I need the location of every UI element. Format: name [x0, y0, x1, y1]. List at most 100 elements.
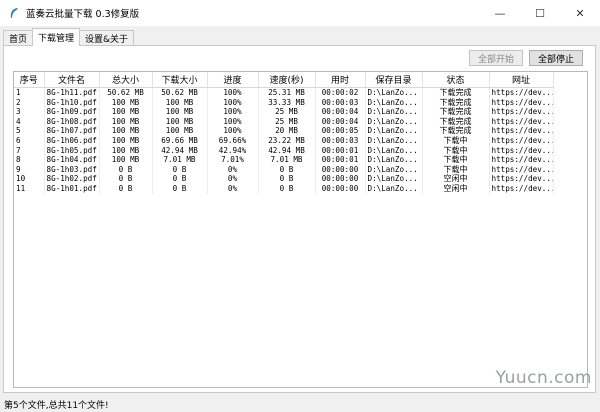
cell-total-size: 0 B [99, 183, 153, 194]
cell-downloaded-size: 0 B [152, 183, 208, 194]
cell-filename: 8G-1h03.pdf [44, 164, 100, 175]
cell-elapsed: 00:00:05 [315, 126, 366, 136]
column-header[interactable]: 保存目录 [365, 72, 423, 88]
download-table: 序号 文件名 总大小 下载大小 进度 速度(秒) 用时 保存目录 状态 网址 1… [14, 72, 554, 194]
table-row[interactable]: 10 8G-1h02.pdf 0 B0 B 0% 0 B 00:00:00 D:\LanZo… [14, 174, 554, 184]
window-controls: — ☐ ✕ [480, 0, 600, 26]
cell-index: 8 [14, 155, 45, 165]
cell-index: 9 [14, 164, 45, 175]
cell-progress: 0% [207, 183, 259, 194]
cell-filename: 8G-1h06.pdf [44, 135, 100, 146]
cell-status: 下载中 [422, 145, 490, 156]
table-row[interactable]: 9 8G-1h03.pdf 0 B0 B 0% 0 B 00:00:00 D:\LanZo.… [14, 164, 554, 175]
cell-filename: 8G-1h10.pdf [44, 97, 100, 108]
cell-filename: 8G-1h11.pdf [44, 87, 100, 98]
start-all-button[interactable]: 全部开始 [469, 50, 523, 66]
cell-index: 7 [14, 145, 45, 156]
cell-url: https://dev... [489, 107, 554, 117]
column-header[interactable]: 速度(秒) [258, 72, 316, 88]
cell-url: https://dev... [489, 164, 554, 175]
cell-save-dir: D:\LanZo... [365, 116, 423, 127]
column-header[interactable]: 网址 [489, 72, 554, 88]
cell-index: 11 [14, 183, 45, 194]
cell-index: 10 [14, 174, 45, 184]
table-row[interactable]: 2 8G-1h10.pdf 100 MB 100 MB 100% 33.33 MB 00:0… [14, 97, 554, 108]
cell-downloaded-size: 42.94 MB [152, 145, 208, 156]
table-row[interactable]: 8 8G-1h04.pdf 100 MB 7.01 MB 7.01% 7.01 MB 00:… [14, 155, 554, 165]
table-row[interactable]: 1 8G-1h11.pdf 50.62 MB 50.62 MB 100% 25.31 MB… [14, 87, 554, 98]
cell-filename: 8G-1h04.pdf [44, 155, 100, 165]
tab-home[interactable]: 首页 [3, 30, 34, 46]
cell-save-dir: D:\LanZo... [365, 87, 423, 98]
download-list[interactable]: 序号 文件名 总大小 下载大小 进度 速度(秒) 用时 保存目录 状态 网址 1… [13, 71, 588, 388]
close-button[interactable]: ✕ [560, 0, 600, 26]
title-bar: 蓝奏云批量下载 0.3修复版 — ☐ ✕ [0, 0, 600, 26]
column-header[interactable]: 下载大小 [152, 72, 208, 88]
cell-save-dir: D:\LanZo... [365, 155, 423, 165]
cell-save-dir: D:\LanZo... [365, 135, 423, 146]
cell-url: https://dev... [489, 155, 554, 165]
status-bar: 第5个文件,总共11个文件! [0, 396, 600, 412]
window-title: 蓝奏云批量下载 0.3修复版 [26, 9, 140, 20]
cell-index: 1 [14, 87, 45, 98]
table-row[interactable]: 3 8G-1h09.pdf 100 MB 100 MB 100% 25 MB 00:00:0… [14, 107, 554, 117]
tab-strip: 首页 下载管理 设置&关于 [3, 28, 135, 46]
cell-total-size: 100 MB [99, 126, 153, 136]
table-row[interactable]: 11 8G-1h01.pdf 0 B0 B 0% 0 B 00:00:00 D:\LanZo… [14, 183, 554, 194]
app-feather-icon [10, 8, 18, 18]
column-header[interactable]: 文件名 [44, 72, 100, 88]
cell-elapsed: 00:00:01 [315, 145, 366, 156]
cell-elapsed: 00:00:00 [315, 183, 366, 194]
cell-downloaded-size: 50.62 MB [152, 87, 208, 98]
cell-filename: 8G-1h07.pdf [44, 126, 100, 136]
maximize-button[interactable]: ☐ [520, 0, 560, 26]
tab-settings-about[interactable]: 设置&关于 [79, 30, 135, 46]
cell-save-dir: D:\LanZo... [365, 174, 423, 184]
cell-total-size: 100 MB [99, 107, 153, 117]
cell-filename: 8G-1h09.pdf [44, 107, 100, 117]
cell-elapsed: 00:00:02 [315, 87, 366, 98]
column-header[interactable]: 进度 [207, 72, 259, 88]
cell-progress: 100% [207, 126, 259, 136]
cell-progress: 69.66% [207, 135, 259, 146]
cell-progress: 0% [207, 164, 259, 175]
cell-downloaded-size: 0 B [152, 164, 208, 175]
cell-url: https://dev... [489, 87, 554, 98]
cell-progress: 100% [207, 97, 259, 108]
table-row[interactable]: 4 8G-1h08.pdf 100 MB 100 MB 100% 25 MB 00:00:0… [14, 116, 554, 127]
cell-filename: 8G-1h02.pdf [44, 174, 100, 184]
cell-status: 下载完成 [422, 116, 490, 127]
minimize-button[interactable]: — [480, 0, 520, 26]
table-row[interactable]: 5 8G-1h07.pdf 100 MB 100 MB 100% 20 MB 00:00:0… [14, 126, 554, 136]
cell-url: https://dev... [489, 174, 554, 184]
cell-index: 5 [14, 126, 45, 136]
cell-elapsed: 00:00:00 [315, 164, 366, 175]
tab-download-manager[interactable]: 下载管理 [32, 28, 81, 46]
cell-filename: 8G-1h08.pdf [44, 116, 100, 127]
cell-downloaded-size: 7.01 MB [152, 155, 208, 165]
table-row[interactable]: 6 8G-1h06.pdf 100 MB 69.66 MB 69.66% 23.22 MB… [14, 135, 554, 146]
cell-url: https://dev... [489, 97, 554, 108]
cell-speed: 25 MB [258, 116, 316, 127]
cell-index: 2 [14, 97, 45, 108]
column-header[interactable]: 总大小 [99, 72, 153, 88]
cell-downloaded-size: 100 MB [152, 126, 208, 136]
cell-elapsed: 00:00:01 [315, 155, 366, 165]
cell-save-dir: D:\LanZo... [365, 107, 423, 117]
download-manager-panel: 全部开始 全部停止 序号 文件名 总大小 下载大小 进度 速度(秒) 用时 保存… [3, 45, 596, 393]
column-header[interactable]: 序号 [14, 72, 45, 88]
cell-total-size: 100 MB [99, 97, 153, 108]
stop-all-button[interactable]: 全部停止 [529, 50, 583, 66]
cell-speed: 0 B [258, 164, 316, 175]
cell-total-size: 50.62 MB [99, 87, 153, 98]
cell-progress: 7.01% [207, 155, 259, 165]
cell-elapsed: 00:00:04 [315, 107, 366, 117]
column-header[interactable]: 用时 [315, 72, 366, 88]
table-row[interactable]: 7 8G-1h05.pdf 100 MB 42.94 MB 42.94% 42.94 MB… [14, 145, 554, 156]
cell-total-size: 100 MB [99, 145, 153, 156]
cell-speed: 7.01 MB [258, 155, 316, 165]
cell-filename: 8G-1h05.pdf [44, 145, 100, 156]
cell-index: 4 [14, 116, 45, 127]
column-header[interactable]: 状态 [422, 72, 490, 88]
cell-url: https://dev... [489, 126, 554, 136]
